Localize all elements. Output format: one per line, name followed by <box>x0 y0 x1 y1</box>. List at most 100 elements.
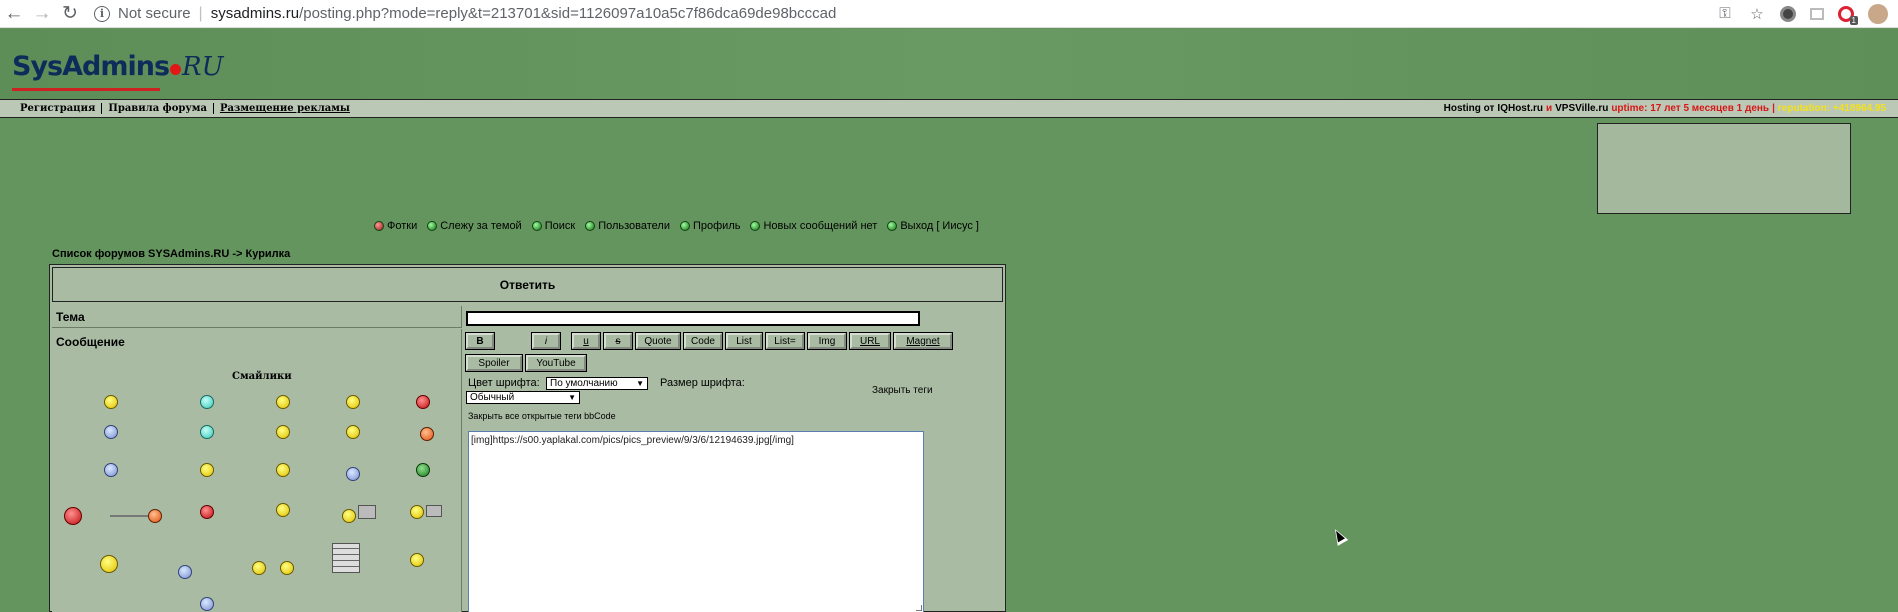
nav-watching[interactable]: Слежу за темой <box>427 220 522 232</box>
magnet-button[interactable]: Magnet <box>893 332 953 350</box>
resize-handle[interactable] <box>916 605 922 611</box>
nav-label: Слежу за темой <box>440 220 522 232</box>
sign-icon[interactable] <box>410 553 424 567</box>
breadcrumb[interactable]: Список форумов SYSAdmins.RU -> Курилка <box>52 248 290 260</box>
laugh-icon[interactable] <box>346 425 360 439</box>
nav-profile[interactable]: Профиль <box>679 220 741 232</box>
red-dot-icon <box>374 221 384 231</box>
key-icon[interactable]: ⚿ <box>1716 5 1734 23</box>
shooter-icon[interactable] <box>148 509 162 523</box>
grin-icon[interactable] <box>200 395 214 409</box>
angel-icon[interactable] <box>100 555 118 573</box>
shocked-icon[interactable] <box>200 425 214 439</box>
browser-toolbar: ← → ↻ i Not secure | sysadmins.ru/postin… <box>0 0 1898 28</box>
green-dot-icon <box>750 221 761 231</box>
form-title: Ответить <box>52 267 1003 302</box>
forward-arrow-icon[interactable]: → <box>28 0 56 28</box>
confused-icon[interactable] <box>104 463 118 477</box>
url-button[interactable]: URL <box>849 332 891 350</box>
logo-dot-icon <box>170 64 182 75</box>
gun-icon <box>110 515 148 517</box>
ad-banner[interactable] <box>1597 123 1851 214</box>
nav-users[interactable]: Пользователи <box>585 220 670 232</box>
friends-icon[interactable] <box>252 561 266 575</box>
nav-label: Новых сообщений нет <box>763 220 878 232</box>
cool-icon[interactable] <box>276 425 290 439</box>
list-button[interactable]: List <box>725 332 763 350</box>
font-size-select[interactable]: Обычный ▼ <box>466 391 580 404</box>
code-button[interactable]: Code <box>683 332 723 350</box>
register-link[interactable]: Регистрация <box>14 103 103 114</box>
typing-icon[interactable] <box>410 505 424 519</box>
nav-label: Пользователи <box>598 220 670 232</box>
logo-main: SysAdmins <box>12 51 170 82</box>
dragon-icon[interactable] <box>64 507 82 525</box>
uptime-text: uptime: 17 лет 5 месяцев 1 день <box>1611 103 1770 114</box>
rules-link[interactable]: Правила форума <box>102 103 214 114</box>
pilot-icon[interactable] <box>276 463 290 477</box>
nav-new-messages[interactable]: Новых сообщений нет <box>750 220 877 232</box>
message-label: Сообщение <box>56 335 125 349</box>
underline-button[interactable]: u <box>571 332 601 350</box>
info-divider: | <box>1772 103 1775 114</box>
font-color-value: По умолчанию <box>550 378 618 389</box>
font-color-select[interactable]: По умолчанию ▼ <box>546 377 648 390</box>
info-icon[interactable]: i <box>94 5 110 22</box>
extension-tabs-icon[interactable] <box>1810 7 1824 20</box>
logo-underline <box>12 88 160 91</box>
angry-icon[interactable] <box>416 395 430 409</box>
profile-avatar-icon[interactable] <box>1868 3 1888 24</box>
youtube-button[interactable]: YouTube <box>525 354 587 372</box>
nav-label: Профиль <box>692 220 741 232</box>
hosting-link-vpsville[interactable]: VPSVille.ru <box>1555 103 1608 114</box>
nav-search[interactable]: Поиск <box>531 220 575 232</box>
font-color-label: Цвет шрифта: <box>468 377 540 389</box>
smiles-label: Смайлики <box>232 371 292 382</box>
message-text: [img]https://s00.yaplakal.com/pics/pics_… <box>471 435 794 446</box>
reply-form: Ответить Тема Сообщение Смайлики B i u s… <box>49 264 1006 612</box>
nav-logout[interactable]: Выход [ Иисус ] <box>887 220 979 232</box>
opera-extension-icon[interactable]: 1 <box>1838 5 1858 25</box>
close-tags-link[interactable]: Закрыть теги <box>872 385 933 396</box>
back-arrow-icon[interactable]: ← <box>0 0 28 28</box>
nav-label: Фотки <box>387 220 418 232</box>
sad-icon[interactable] <box>104 425 118 439</box>
nav-photos[interactable]: Фотки <box>374 220 417 232</box>
star-icon[interactable]: ☆ <box>1748 5 1766 23</box>
smile-icon[interactable] <box>104 395 118 409</box>
message-textarea[interactable]: [img]https://s00.yaplakal.com/pics/pics_… <box>468 431 924 612</box>
logo-tld: RU <box>182 52 224 82</box>
advertising-link[interactable]: Размещение рекламы <box>214 103 356 114</box>
wink-icon[interactable] <box>346 395 360 409</box>
site-logo[interactable]: SysAdmins RU <box>12 51 224 91</box>
subject-input[interactable] <box>466 311 920 326</box>
guitar-icon[interactable] <box>276 503 290 517</box>
info-bar: Регистрация Правила форума Размещение ре… <box>0 99 1898 118</box>
devil-icon[interactable] <box>200 505 214 519</box>
computer-icon[interactable] <box>342 509 356 523</box>
forum-nav: Фотки Слежу за темой Поиск Пользователи … <box>374 220 979 232</box>
bold-button[interactable]: B <box>465 332 495 350</box>
reload-icon[interactable]: ↻ <box>56 0 84 28</box>
hosting-link-iqhost[interactable]: IQHost.ru <box>1497 103 1543 114</box>
site-header: SysAdmins RU <box>0 29 1898 99</box>
surprised-icon[interactable] <box>346 467 360 481</box>
wall-icon[interactable] <box>332 543 360 573</box>
strike-button[interactable]: s <box>603 332 633 350</box>
spoiler-button[interactable]: Spoiler <box>465 354 523 372</box>
cold-icon[interactable] <box>178 565 192 579</box>
extension-icon[interactable] <box>1780 5 1796 22</box>
img-button[interactable]: Img <box>807 332 847 350</box>
friends2-icon[interactable] <box>280 561 294 575</box>
url-path: /posting.php?mode=reply&t=213701&sid=112… <box>299 5 837 22</box>
address-bar[interactable]: i Not secure | sysadmins.ru/posting.php?… <box>94 2 1716 26</box>
small-blue-icon[interactable] <box>200 597 214 611</box>
list-eq-button[interactable]: List= <box>765 332 805 350</box>
happy-icon[interactable] <box>276 395 290 409</box>
sunglasses-icon[interactable] <box>200 463 214 477</box>
snail-icon[interactable] <box>420 427 434 441</box>
quote-button[interactable]: Quote <box>635 332 681 350</box>
sick-icon[interactable] <box>416 463 430 477</box>
url-text[interactable]: sysadmins.ru/posting.php?mode=reply&t=21… <box>211 5 837 22</box>
italic-button[interactable]: i <box>531 332 561 350</box>
